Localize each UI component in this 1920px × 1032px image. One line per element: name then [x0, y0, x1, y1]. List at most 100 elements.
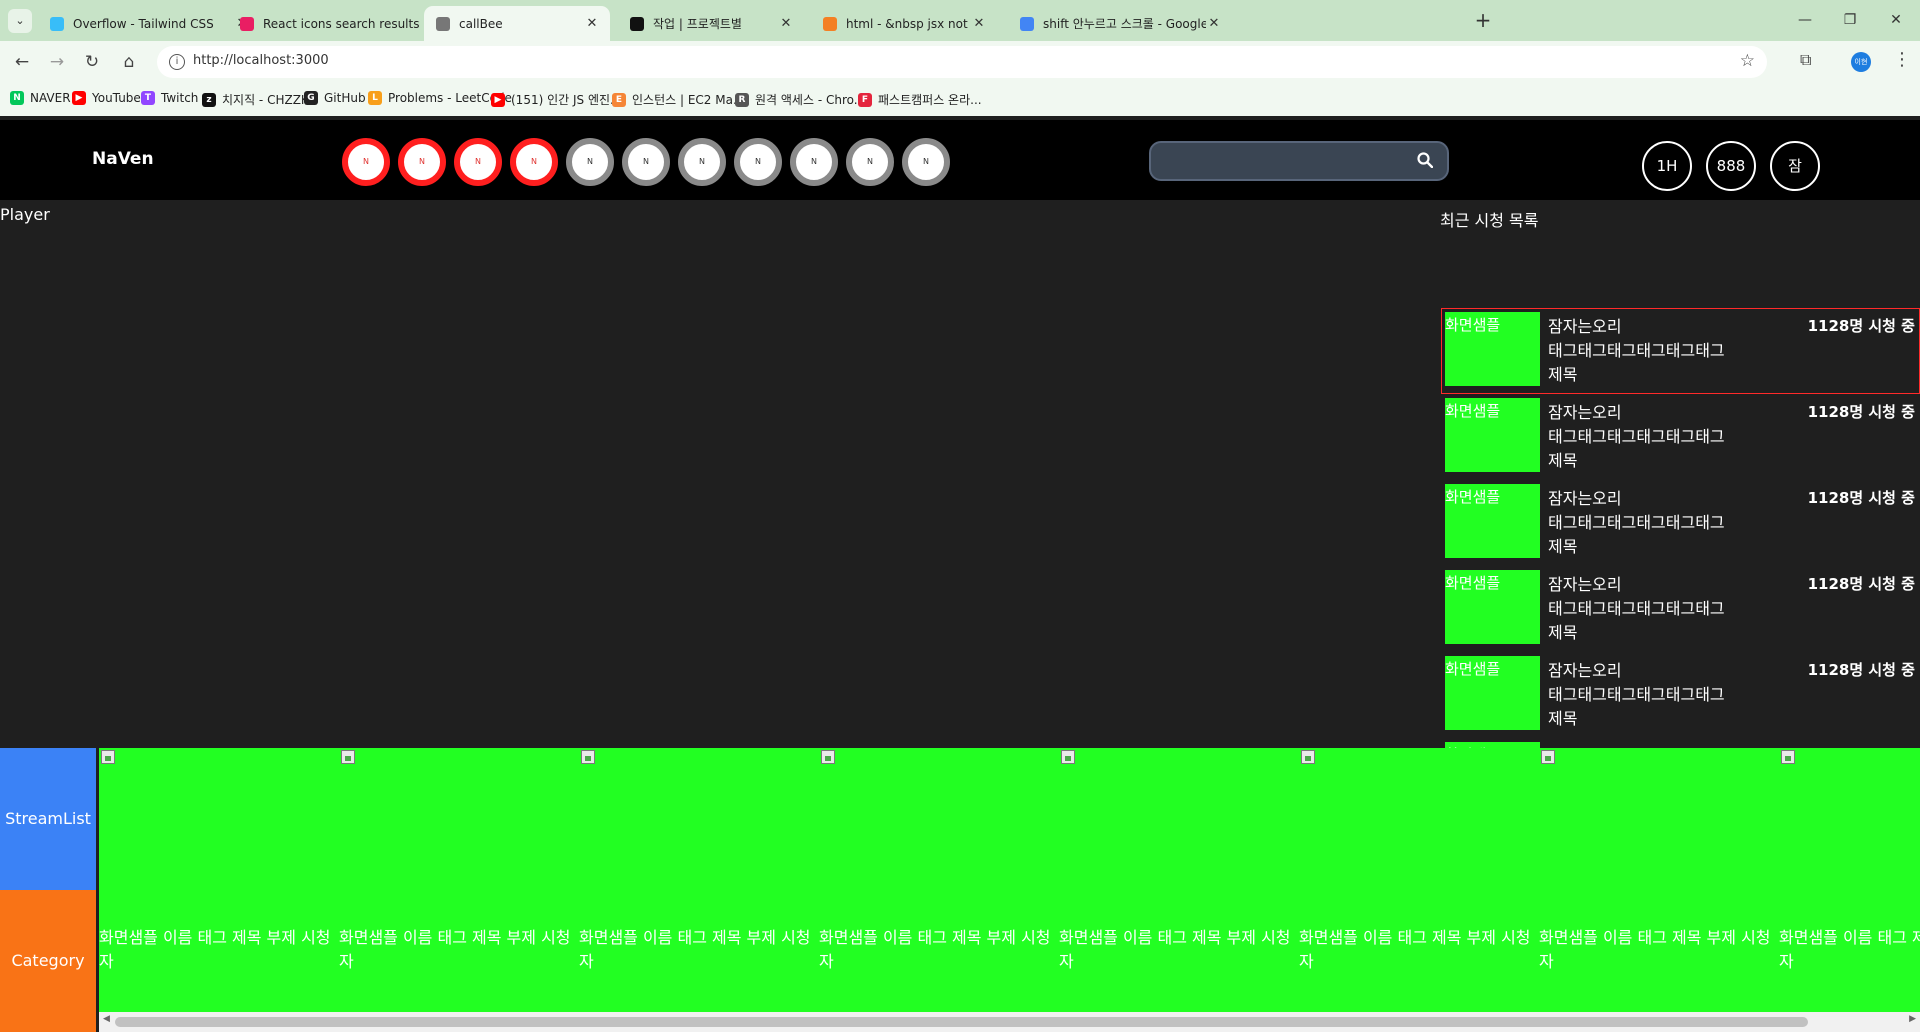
browser-tab[interactable]: Overflow - Tailwind CSS✕ — [38, 6, 260, 41]
tab-search-icon[interactable]: ⌄ — [8, 9, 32, 33]
channel-avatar[interactable]: N — [398, 138, 446, 186]
recent-item[interactable]: 화면샘플잠자는오리태그태그태그태그태그태그제목1128명 시청 중 — [1441, 480, 1920, 566]
channel-avatar[interactable]: N — [790, 138, 838, 186]
bookmark-item[interactable]: ▶ (151) 인간 JS 엔진... — [491, 91, 621, 108]
recent-item[interactable]: 화면샘플잠자는오리태그태그태그태그태그태그제목1128명 시청 중 — [1441, 308, 1920, 394]
header-button-sleep[interactable]: 잠 — [1770, 141, 1820, 191]
channel-avatar[interactable]: N — [902, 138, 950, 186]
home-icon[interactable]: ⌂ — [115, 49, 143, 75]
stream-card[interactable]: 화면샘플 이름 태그 제목 부제 시청자 — [1539, 748, 1779, 1018]
bookmark-favicon-icon: ▶ — [491, 92, 505, 107]
broken-image-icon — [1541, 750, 1555, 764]
url-text[interactable]: http://localhost:3000 — [193, 53, 329, 68]
close-tab-icon[interactable]: ✕ — [1206, 16, 1222, 31]
restore-icon[interactable]: ❐ — [1835, 8, 1865, 32]
address-bar[interactable]: i http://localhost:3000 ☆ — [157, 46, 1767, 78]
stream-tags: 태그태그태그태그태그태그 — [1548, 685, 1725, 704]
bookmark-favicon-icon: F — [858, 92, 872, 107]
app-logo[interactable]: NaVen — [92, 149, 154, 169]
channel-avatar[interactable]: N — [510, 138, 558, 186]
bookmark-item[interactable]: F 패스트캠퍼스 온라... — [858, 91, 982, 108]
close-window-icon[interactable]: ✕ — [1881, 8, 1911, 32]
channel-avatar[interactable]: N — [622, 138, 670, 186]
broken-image-icon — [101, 750, 115, 764]
stream-card[interactable]: 화면샘플 이름 태그 제목 부제 시청자 — [339, 748, 579, 1018]
browser-tab[interactable]: 작업 | 프로젝트별 ✕ — [618, 6, 804, 41]
browser-tab[interactable]: callBee ✕ — [424, 6, 610, 41]
scrollbar-thumb[interactable] — [115, 1017, 1808, 1027]
viewer-count: 1128명 시청 중 — [1807, 489, 1915, 507]
channel-avatar[interactable]: N — [678, 138, 726, 186]
stream-card-text: 화면샘플 이름 태그 제목 부제 시청자 — [339, 928, 571, 971]
header-button-1h[interactable]: 1H — [1642, 141, 1692, 191]
bookmark-star-icon[interactable]: ☆ — [1740, 51, 1755, 71]
scroll-right-icon[interactable]: ▶ — [1909, 1014, 1916, 1024]
back-icon[interactable]: ← — [8, 49, 36, 75]
bookmark-label: 인스턴스 | EC2 Ma... — [632, 93, 745, 107]
extensions-icon[interactable]: ⧉ — [1800, 50, 1811, 70]
bookmark-item[interactable]: z 치지직 - CHZZK — [202, 91, 309, 108]
channel-avatar[interactable]: N — [454, 138, 502, 186]
close-tab-icon[interactable]: ✕ — [971, 16, 987, 31]
bookmark-item[interactable]: T Twitch — [141, 91, 198, 105]
stream-card[interactable]: 화면샘플 이름 태그 제목 부제 시청자 — [99, 748, 339, 1018]
recent-info: 잠자는오리태그태그태그태그태그태그제목 — [1548, 659, 1758, 731]
stream-card[interactable]: 화면샘플 이름 태그 제목 부제 시청자 — [1299, 748, 1539, 1018]
streamer-name: 잠자는오리 — [1548, 403, 1622, 422]
viewer-count: 1128명 시청 중 — [1807, 575, 1915, 593]
browser-tab[interactable]: html - &nbsp jsx not working✕ — [811, 6, 997, 41]
stream-tags: 태그태그태그태그태그태그 — [1548, 427, 1725, 446]
bookmark-item[interactable]: ▶ YouTube — [72, 91, 141, 105]
recent-thumbnail: 화면샘플 — [1445, 484, 1540, 558]
browser-toolbar: ← → ↻ ⌂ i http://localhost:3000 ☆ — [0, 41, 1920, 83]
channel-avatar[interactable]: N — [566, 138, 614, 186]
recent-item[interactable]: 화면샘플잠자는오리태그태그태그태그태그태그제목1128명 시청 중 — [1441, 566, 1920, 652]
browser-tab[interactable]: React icons search results✕ — [228, 6, 450, 41]
recent-item[interactable]: 화면샘플잠자는오리태그태그태그태그태그태그제목1128명 시청 중 — [1441, 652, 1920, 738]
stream-card[interactable]: 화면샘플 이름 태그 제목 부제 시청자 — [819, 748, 1059, 1018]
recent-item[interactable]: 화면샘플잠자는오리태그태그태그태그태그태그제목1128명 시청 중 — [1441, 394, 1920, 480]
tab-title: html - &nbsp jsx not working — [846, 16, 971, 31]
bookmark-favicon-icon: N — [10, 91, 24, 105]
video-player[interactable]: Player — [0, 200, 1438, 748]
reload-icon[interactable]: ↻ — [78, 49, 106, 75]
browser-menu-icon[interactable]: ⋮ — [1893, 49, 1911, 70]
channel-avatar[interactable]: N — [734, 138, 782, 186]
bookmark-item[interactable]: R 원격 액세스 - Chro... — [735, 91, 865, 108]
bookmark-item[interactable]: E 인스턴스 | EC2 Ma... — [612, 91, 744, 108]
scroll-left-icon[interactable]: ◀ — [103, 1014, 110, 1024]
header-button-888[interactable]: 888 — [1706, 141, 1756, 191]
bookmark-favicon-icon: L — [368, 91, 382, 105]
channel-avatar[interactable]: N — [342, 138, 390, 186]
stream-card-text: 화면샘플 이름 태그 제목 부제 시청자 — [579, 928, 811, 971]
bookmark-item[interactable]: G GitHub — [304, 91, 366, 105]
minimize-icon[interactable]: — — [1790, 8, 1820, 32]
close-tab-icon[interactable]: ✕ — [584, 16, 600, 31]
site-info-icon[interactable]: i — [169, 54, 185, 70]
search-input[interactable] — [1149, 141, 1449, 181]
recent-info: 잠자는오리태그태그태그태그태그태그제목 — [1548, 315, 1758, 387]
stream-card[interactable]: 화면샘플 이름 태그 제목 부제 시청자 — [1779, 748, 1920, 1018]
new-tab-button[interactable]: + — [1470, 7, 1496, 33]
category-button[interactable]: Category — [0, 890, 96, 1032]
horizontal-scrollbar[interactable]: ◀ ▶ — [99, 1012, 1920, 1032]
channel-avatar[interactable]: N — [846, 138, 894, 186]
bookmark-favicon-icon: G — [304, 91, 318, 105]
forward-icon[interactable]: → — [43, 49, 71, 75]
search-icon[interactable] — [1417, 152, 1433, 168]
stream-title: 제목 — [1548, 451, 1578, 470]
recent-info: 잠자는오리태그태그태그태그태그태그제목 — [1548, 401, 1758, 473]
bookmark-item[interactable]: N NAVER — [10, 91, 71, 105]
stream-card[interactable]: 화면샘플 이름 태그 제목 부제 시청자 — [579, 748, 819, 1018]
close-tab-icon[interactable]: ✕ — [778, 16, 794, 31]
bookmark-favicon-icon: z — [202, 92, 216, 107]
bookmark-label: Twitch — [161, 91, 199, 105]
bookmark-label: 치지직 - CHZZK — [222, 93, 309, 107]
stream-card[interactable]: 화면샘플 이름 태그 제목 부제 시청자 — [1059, 748, 1299, 1018]
profile-avatar[interactable]: 이현 — [1851, 52, 1871, 72]
browser-tab[interactable]: shift 안누르고 스크롤 - Google ✕ — [1008, 6, 1232, 41]
bookmark-label: 패스트캠퍼스 온라... — [878, 93, 982, 107]
bottom-section: StreamList Category 화면샘플 이름 태그 제목 부제 시청자… — [0, 748, 1920, 1032]
streamlist-button[interactable]: StreamList — [0, 748, 96, 890]
recent-thumbnail: 화면샘플 — [1445, 312, 1540, 386]
